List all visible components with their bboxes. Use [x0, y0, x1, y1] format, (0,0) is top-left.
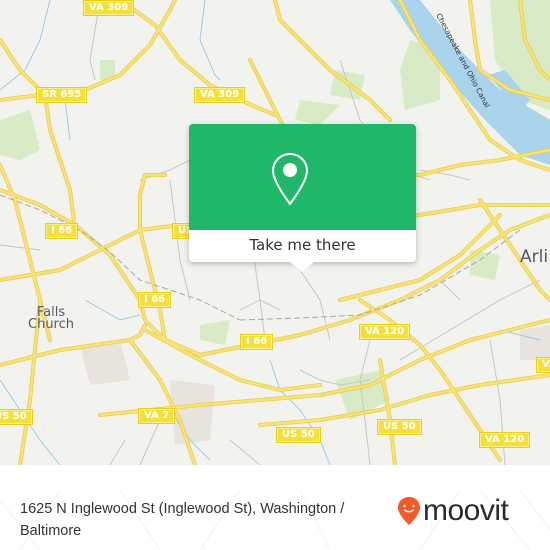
moovit-logo[interactable]: moovit — [397, 494, 509, 527]
moovit-smile-pin-icon — [398, 497, 420, 525]
road-shield-va309-top: VA 309 — [83, 0, 135, 16]
popup-header — [189, 124, 416, 230]
moovit-wordmark: moovit — [423, 494, 509, 527]
road-shield-us50-right: US 50 — [377, 419, 422, 435]
place-label-church: Church — [28, 317, 75, 332]
location-address: 1625 N Inglewood St (Inglewood St), Wash… — [20, 501, 345, 539]
road-shield-va120-right: VA 120 — [479, 432, 531, 448]
map-view[interactable]: Chesapeake and Ohio Canal VA 309 SR 695 … — [0, 0, 550, 465]
popup-pointer — [290, 262, 314, 272]
take-me-there-button[interactable]: Take me there — [189, 230, 416, 262]
road-shield-sr695: SR 695 — [36, 87, 88, 103]
place-label-arlington: Arli — [520, 247, 549, 267]
footer-bar: 1625 N Inglewood St (Inglewood St), Wash… — [0, 490, 550, 550]
map-pin-icon — [271, 152, 309, 206]
road-shield-i66-lower: I 66 — [240, 334, 274, 350]
road-shield-i66-center: I 66 — [138, 292, 172, 308]
road-shield-i66-left: I 66 — [45, 223, 79, 239]
road-shield-us50-center: US 50 — [276, 427, 321, 443]
location-popup: Take me there — [189, 124, 416, 272]
road-shield-va120-center: VA 120 — [359, 324, 411, 340]
place-label-falls-church: Falls Church — [28, 306, 75, 332]
road-shield-va-partial-right: VA — [536, 357, 550, 373]
road-shield-us50-left: US 50 — [0, 409, 33, 425]
road-shield-va309-mid: VA 309 — [194, 87, 246, 103]
road-shield-va7: VA 7 — [138, 408, 176, 424]
